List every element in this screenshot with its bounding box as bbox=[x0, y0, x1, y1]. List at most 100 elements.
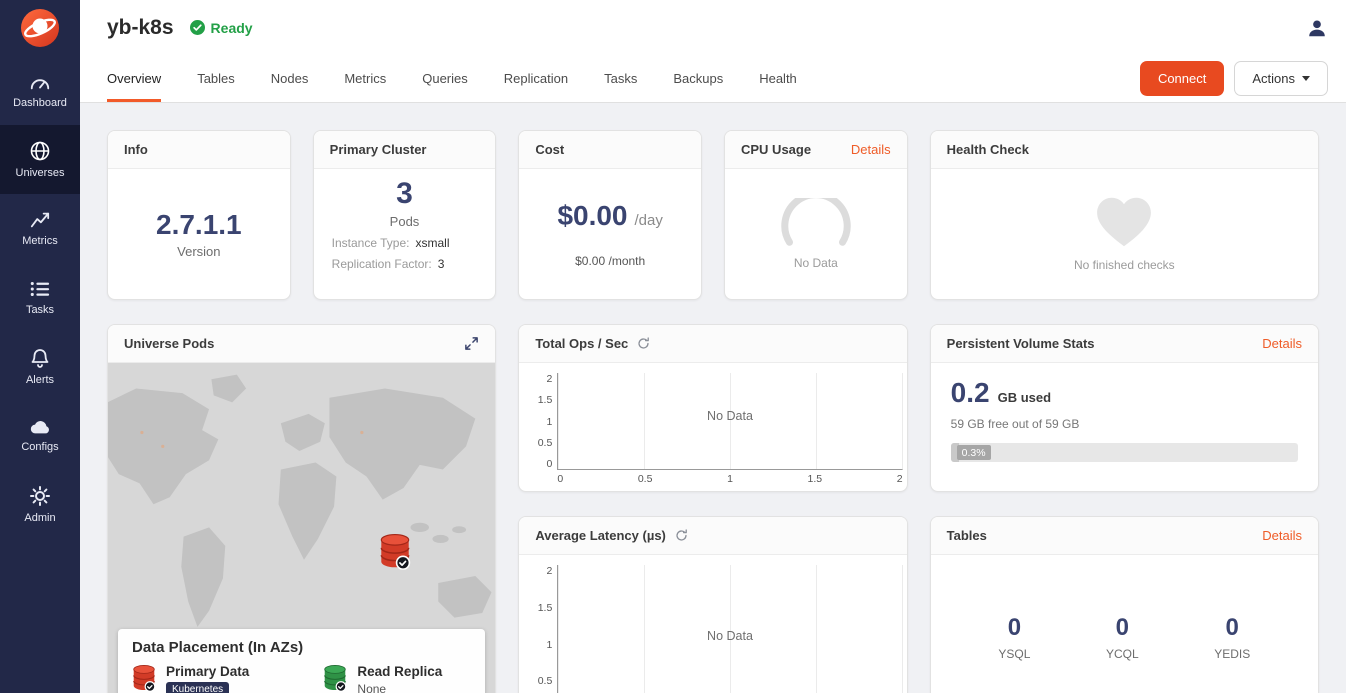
tab-health[interactable]: Health bbox=[759, 55, 797, 102]
tasks-icon bbox=[30, 280, 50, 298]
tab-overview[interactable]: Overview bbox=[107, 55, 161, 102]
refresh-icon[interactable] bbox=[637, 337, 650, 350]
tab-label: Replication bbox=[504, 71, 568, 86]
sidebar-item-label: Universes bbox=[16, 167, 65, 179]
cost-per-day-value: $0.00 bbox=[557, 200, 627, 232]
persistent-volume-card: Persistent Volume Stats Details 0.2 GB u… bbox=[930, 324, 1319, 492]
x-tick: 0 bbox=[557, 473, 563, 485]
version-value: 2.7.1.1 bbox=[156, 209, 242, 241]
ysql-label: YSQL bbox=[998, 647, 1030, 661]
cost-per-day-suffix: /day bbox=[635, 212, 663, 229]
ysql-stat: 0 YSQL bbox=[998, 614, 1030, 661]
replication-factor-value: 3 bbox=[438, 257, 445, 271]
tab-backups[interactable]: Backups bbox=[673, 55, 723, 102]
sidebar-item-label: Configs bbox=[21, 441, 58, 453]
primary-data-entry: Primary Data Kubernetes 1 Region, 3 AZs,… bbox=[132, 664, 295, 693]
latency-no-data-text: No Data bbox=[707, 629, 753, 643]
x-tick: 1.5 bbox=[808, 473, 823, 485]
sidebar-item-label: Dashboard bbox=[13, 97, 67, 109]
gb-used-label: GB used bbox=[998, 390, 1051, 405]
actions-button[interactable]: Actions bbox=[1234, 61, 1328, 96]
tab-replication[interactable]: Replication bbox=[504, 55, 568, 102]
y-tick: 1.5 bbox=[538, 602, 553, 614]
sidebar-item-alerts[interactable]: Alerts bbox=[0, 332, 80, 401]
sidebar-item-admin[interactable]: Admin bbox=[0, 470, 80, 539]
expand-icon[interactable] bbox=[464, 336, 479, 351]
plot-area: No Data bbox=[557, 565, 902, 693]
tab-tasks[interactable]: Tasks bbox=[604, 55, 637, 102]
ops-no-data-text: No Data bbox=[707, 409, 753, 423]
tab-metrics[interactable]: Metrics bbox=[344, 55, 386, 102]
card-title: Cost bbox=[535, 142, 564, 157]
cloud-icon bbox=[29, 419, 51, 435]
version-label: Version bbox=[177, 244, 220, 259]
bell-icon bbox=[31, 348, 49, 368]
data-placement-panel: Data Placement (In AZs) bbox=[118, 629, 485, 693]
x-tick: 1 bbox=[727, 473, 733, 485]
volume-details-link[interactable]: Details bbox=[1262, 336, 1302, 351]
status-badge: Ready bbox=[190, 20, 253, 36]
sidebar-item-tasks[interactable]: Tasks bbox=[0, 263, 80, 332]
total-ops-card: Total Ops / Sec 2 1.5 1 0.5 0 bbox=[518, 324, 907, 492]
y-tick: 2 bbox=[546, 565, 552, 577]
gauge-icon bbox=[777, 198, 855, 246]
sidebar-item-label: Tasks bbox=[26, 304, 54, 316]
gb-used-value: 0.2 bbox=[951, 377, 990, 409]
cost-card: Cost $0.00 /day $0.00 /month bbox=[518, 130, 702, 300]
heart-icon bbox=[1095, 196, 1153, 248]
ycql-count: 0 bbox=[1106, 614, 1139, 642]
instance-type-row: Instance Type:xsmall bbox=[332, 236, 478, 250]
pods-count: 3 bbox=[332, 177, 478, 211]
metrics-icon bbox=[30, 211, 50, 229]
cpu-details-link[interactable]: Details bbox=[851, 142, 891, 157]
sidebar-item-dashboard[interactable]: Dashboard bbox=[0, 56, 80, 125]
primary-cluster-card: Primary Cluster 3 Pods Instance Type:xsm… bbox=[313, 130, 497, 300]
y-tick: 1 bbox=[546, 639, 552, 651]
sidebar-item-metrics[interactable]: Metrics bbox=[0, 194, 80, 263]
tab-label: Health bbox=[759, 71, 797, 86]
tab-label: Tables bbox=[197, 71, 235, 86]
connect-button[interactable]: Connect bbox=[1140, 61, 1224, 96]
tab-label: Overview bbox=[107, 71, 161, 86]
y-tick: 2 bbox=[546, 373, 552, 385]
user-icon[interactable] bbox=[1306, 17, 1328, 39]
tab-nodes[interactable]: Nodes bbox=[271, 55, 309, 102]
world-map[interactable]: Data Placement (In AZs) bbox=[108, 363, 495, 693]
card-title: Health Check bbox=[947, 142, 1029, 157]
actions-label: Actions bbox=[1252, 71, 1295, 86]
tab-queries[interactable]: Queries bbox=[422, 55, 468, 102]
info-card: Info 2.7.1.1 Version bbox=[107, 130, 291, 300]
health-empty-text: No finished checks bbox=[1074, 258, 1175, 272]
y-tick: 0 bbox=[546, 458, 552, 470]
tab-tables[interactable]: Tables bbox=[197, 55, 235, 102]
yugabyte-logo[interactable] bbox=[0, 0, 80, 56]
tab-label: Nodes bbox=[271, 71, 309, 86]
yugabyte-logo-icon bbox=[20, 8, 60, 48]
tab-label: Metrics bbox=[344, 71, 386, 86]
sidebar-item-configs[interactable]: Configs bbox=[0, 401, 80, 470]
tab-label: Backups bbox=[673, 71, 723, 86]
refresh-icon[interactable] bbox=[675, 529, 688, 542]
pods-label: Pods bbox=[332, 214, 478, 229]
overview-content: Info 2.7.1.1 Version Primary Cluster 3 P… bbox=[80, 103, 1346, 693]
health-check-card: Health Check No finished checks bbox=[930, 130, 1319, 300]
instance-type-value: xsmall bbox=[416, 236, 450, 250]
read-replica-value: None bbox=[357, 682, 442, 693]
tables-details-link[interactable]: Details bbox=[1262, 528, 1302, 543]
main-area: yb-k8s Ready Overview Tables Nodes Metri… bbox=[80, 0, 1346, 693]
ycql-stat: 0 YCQL bbox=[1106, 614, 1139, 661]
cpu-no-data-text: No Data bbox=[794, 256, 838, 270]
primary-database-icon bbox=[132, 664, 156, 692]
x-tick: 0.5 bbox=[638, 473, 653, 485]
data-placement-title: Data Placement (In AZs) bbox=[132, 639, 471, 656]
primary-data-marker-icon[interactable] bbox=[379, 533, 411, 575]
latency-chart: 2 1.5 1 0.5 0 No Data 0 0.5 1 1.5 2 bbox=[519, 555, 906, 693]
usage-percent-badge: 0.3% bbox=[957, 445, 991, 460]
sidebar-item-label: Admin bbox=[24, 512, 55, 524]
y-tick: 0.5 bbox=[538, 675, 553, 687]
universe-tabbar: Overview Tables Nodes Metrics Queries Re… bbox=[80, 55, 1346, 103]
tab-label: Tasks bbox=[604, 71, 637, 86]
sidebar-item-universes[interactable]: Universes bbox=[0, 125, 80, 194]
primary-data-label: Primary Data bbox=[166, 664, 295, 679]
yedis-count: 0 bbox=[1214, 614, 1250, 642]
